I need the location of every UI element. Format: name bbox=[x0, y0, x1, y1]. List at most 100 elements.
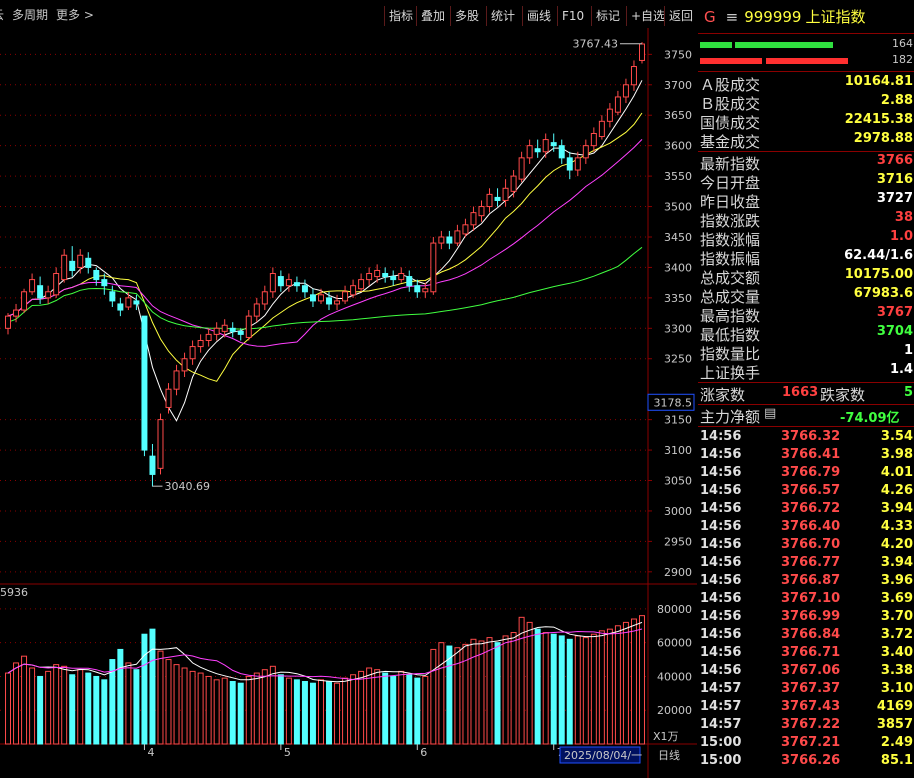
tick-row: 14:56 3766.79 4.01 bbox=[698, 464, 914, 482]
tick-vol: 3.94 bbox=[880, 555, 913, 570]
up-count-label: 涨家数 bbox=[700, 386, 746, 404]
tick-price: 3766.84 bbox=[781, 627, 841, 642]
candle-body bbox=[342, 291, 349, 302]
volume-bar bbox=[93, 675, 100, 745]
stat-row: 指数量比 1 bbox=[698, 343, 914, 363]
volume-bar bbox=[189, 670, 196, 745]
volume-bar bbox=[606, 628, 613, 745]
indicator-button[interactable]: 指标 bbox=[384, 6, 417, 26]
overlay-button[interactable]: 叠加 bbox=[416, 6, 449, 26]
index-title: G ≡ 999999 上证指数 bbox=[698, 6, 914, 30]
flow-detail-icon[interactable]: ▤ bbox=[764, 406, 776, 421]
candle-body bbox=[638, 43, 645, 61]
candle-body bbox=[326, 297, 333, 305]
candle-body bbox=[406, 276, 413, 287]
tick-vol: 3.40 bbox=[880, 645, 913, 660]
price-tick-label: 3300 bbox=[664, 322, 692, 335]
candle-body bbox=[237, 330, 244, 335]
candle-body bbox=[293, 282, 300, 287]
multi-stock-button[interactable]: 多股 bbox=[450, 6, 483, 26]
price-tick-label: 3000 bbox=[664, 505, 692, 518]
candle-body bbox=[446, 236, 453, 244]
tick-time: 14:56 bbox=[700, 555, 742, 570]
volume-bar bbox=[478, 640, 485, 745]
candle-body bbox=[37, 285, 44, 299]
menu-icon[interactable]: ≡ bbox=[726, 8, 739, 26]
volume-bar bbox=[534, 628, 541, 745]
stat-value: 62.44/1.6 bbox=[844, 248, 913, 263]
statistics-button[interactable]: 统计 bbox=[486, 6, 519, 26]
candle-body bbox=[462, 224, 469, 235]
candle-body bbox=[285, 279, 292, 287]
draw-line-button[interactable]: 画线 bbox=[522, 6, 555, 26]
candle-body bbox=[390, 276, 397, 281]
candle-body bbox=[181, 358, 188, 372]
tick-price: 3767.37 bbox=[781, 681, 841, 696]
price-tick-label: 3500 bbox=[664, 201, 692, 214]
price-tick-label: 3350 bbox=[664, 292, 692, 305]
candle-body bbox=[229, 327, 236, 332]
volume-bar bbox=[342, 677, 349, 745]
tick-price: 3766.41 bbox=[781, 447, 841, 462]
tick-row: 14:56 3766.99 3.70 bbox=[698, 608, 914, 626]
candle-body bbox=[550, 142, 557, 147]
candle-body bbox=[590, 132, 597, 147]
tick-price: 3766.32 bbox=[781, 429, 841, 444]
stat-row: 指数涨跌 38 bbox=[698, 210, 914, 230]
f10-button[interactable]: F10 bbox=[557, 6, 588, 26]
main-flow-label: 主力净额 bbox=[700, 408, 761, 426]
stat-label: 最高指数 bbox=[700, 307, 761, 325]
date-label: 2025/08/04/一 bbox=[564, 749, 642, 762]
volume-bar bbox=[446, 645, 453, 745]
volume-bar bbox=[317, 679, 324, 745]
tick-row: 14:57 3767.22 3857 bbox=[698, 716, 914, 734]
kline-chart[interactable]: 3750 3700 3650 3600 3550 3500 3450 3400 3350 3300… bbox=[0, 28, 697, 778]
candle-body bbox=[29, 279, 36, 293]
candle-body bbox=[93, 269, 100, 281]
volume-bar bbox=[261, 669, 268, 745]
tick-row: 14:56 3767.10 3.69 bbox=[698, 590, 914, 608]
candle-body bbox=[614, 96, 621, 113]
volume-bar bbox=[117, 648, 124, 745]
stat-row: Ｂ股成交 2.88 bbox=[698, 93, 914, 113]
tick-price: 3766.70 bbox=[781, 537, 841, 552]
candle-body bbox=[358, 279, 365, 290]
volume-bar bbox=[13, 662, 20, 745]
volume-bar bbox=[245, 675, 252, 745]
candle-body bbox=[205, 333, 212, 341]
volume-bar bbox=[550, 633, 557, 745]
candle-body bbox=[494, 196, 501, 201]
candle-body bbox=[261, 291, 268, 305]
stat-label: 上证换手 bbox=[700, 364, 761, 382]
volume-bar bbox=[630, 618, 637, 745]
tick-vol: 85.1 bbox=[880, 753, 913, 768]
candle-body bbox=[574, 157, 581, 171]
stat-value: 22415.38 bbox=[844, 112, 913, 127]
volume-tick-label: 60000 bbox=[657, 637, 692, 650]
volume-bar bbox=[558, 635, 565, 745]
candle-body bbox=[566, 157, 573, 171]
volume-bar bbox=[133, 669, 140, 745]
tick-time: 15:00 bbox=[700, 735, 742, 750]
price-tick-label: 3700 bbox=[664, 79, 692, 92]
toolbar-partial-item[interactable]: 云 bbox=[0, 7, 4, 23]
mark-button[interactable]: 标记 bbox=[591, 6, 624, 26]
tick-time: 14:56 bbox=[700, 573, 742, 588]
tick-time: 14:56 bbox=[700, 483, 742, 498]
volume-bar bbox=[638, 615, 645, 745]
volume-bar bbox=[53, 664, 60, 745]
volume-bar bbox=[173, 664, 180, 745]
add-watchlist-button[interactable]: +自选 bbox=[626, 6, 669, 26]
candle-body bbox=[101, 279, 108, 287]
volume-bar bbox=[157, 650, 164, 745]
back-button[interactable]: 返回 bbox=[664, 6, 697, 26]
multi-period-button[interactable]: 多周期 bbox=[12, 7, 48, 23]
price-tick-label: 3050 bbox=[664, 475, 692, 488]
candle-body bbox=[69, 260, 76, 271]
tick-vol: 3.54 bbox=[880, 429, 913, 444]
quote-panel: G ≡ 999999 上证指数 164 182 Ａ股成交 10164.81 Ｂ股成交 2.8… bbox=[698, 0, 914, 778]
volume-bar bbox=[309, 682, 316, 745]
candle-body bbox=[85, 257, 92, 268]
more-button[interactable]: 更多 > bbox=[56, 7, 94, 23]
divider bbox=[698, 71, 914, 72]
